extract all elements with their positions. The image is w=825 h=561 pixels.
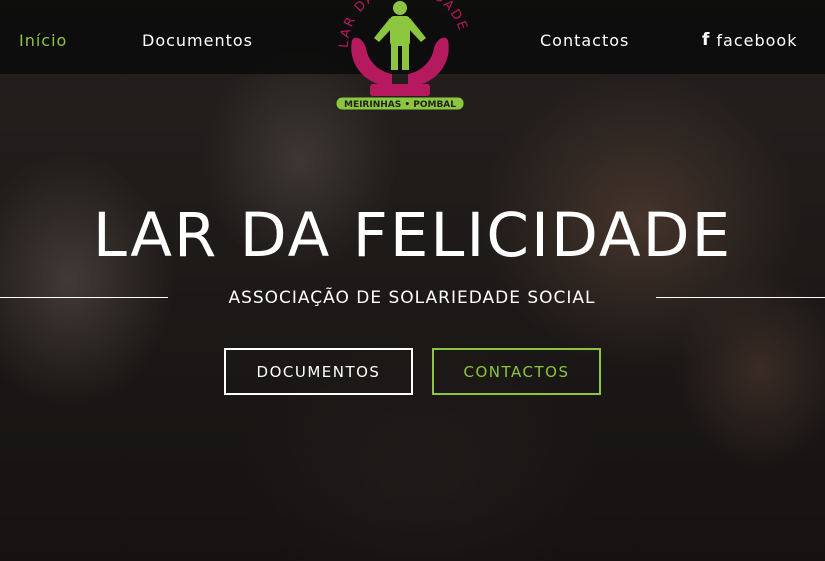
hero-subtitle: ASSOCIAÇÃO DE SOLARIEDADE SOCIAL	[228, 288, 596, 308]
divider-right	[656, 297, 825, 298]
hero-subtitle-row: ASSOCIAÇÃO DE SOLARIEDADE SOCIAL	[0, 286, 825, 310]
nav-link-facebook[interactable]: f facebook	[702, 30, 797, 50]
facebook-icon: f	[702, 30, 711, 50]
nav-link-contactos[interactable]: Contactos	[540, 31, 629, 50]
contactos-button[interactable]: CONTACTOS	[432, 348, 601, 395]
logo-banner-text: MEIRINHAS • POMBAL	[344, 100, 456, 110]
nav-link-inicio[interactable]: Início	[19, 31, 67, 50]
facebook-label: facebook	[716, 30, 798, 50]
hero-title: LAR DA FELICIDADE	[92, 200, 733, 271]
logo-graphic: LAR DA FELICIDADE MEIRINHAS • POMBAL	[335, 0, 468, 111]
nav-link-documentos[interactable]: Documentos	[142, 31, 253, 50]
documentos-button[interactable]: DOCUMENTOS	[224, 348, 413, 395]
logo[interactable]: LAR DA FELICIDADE MEIRINHAS • POMBAL	[330, 0, 470, 112]
divider-left	[0, 297, 168, 298]
